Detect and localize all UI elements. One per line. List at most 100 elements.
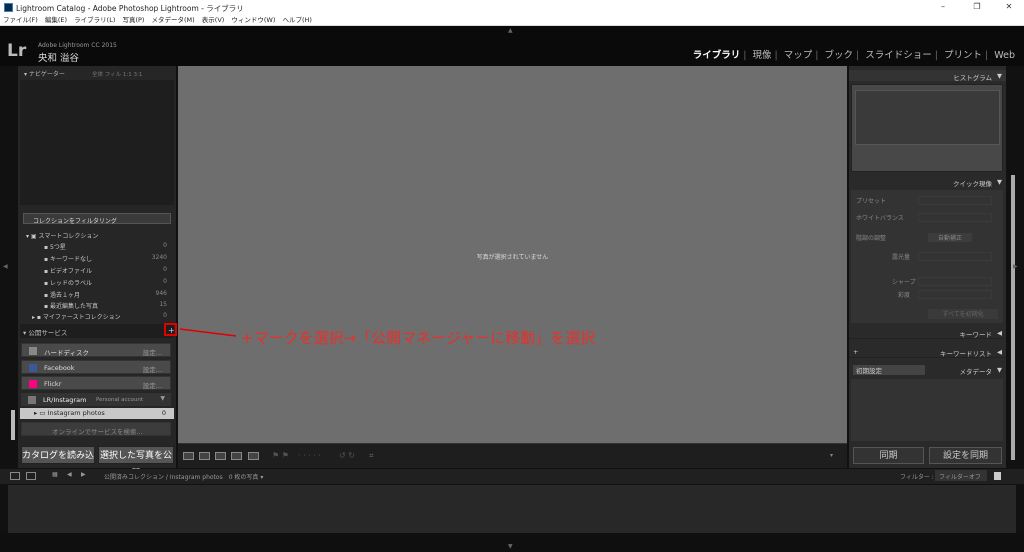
back-icon[interactable]: ◀ [67,471,72,478]
instagram-icon [28,396,36,404]
module-map[interactable]: マップ [784,50,813,61]
rotate-icon[interactable]: ↺ ↻ [339,451,355,460]
first-collection[interactable]: ▸ ▪ マイファーストコレクション 0 [32,312,171,323]
list-item[interactable]: ▪ 過去１ヶ月 946 [44,290,171,301]
histogram-area [851,84,1003,172]
compare-view-icon[interactable] [215,452,226,460]
module-web[interactable]: Web [994,50,1015,61]
reset-all-button[interactable]: すべてを初期化 [928,309,998,319]
module-picker: ライブラリ | 現像 | マップ | ブック | スライドショー | プリント | Web [692,50,1015,61]
service-facebook[interactable]: Facebook 設定... [21,360,171,374]
smart-collection-folder[interactable]: ▾ ▣ スマートコレクション [26,231,171,242]
find-online-services-button[interactable]: オンラインでサービスを検索... [21,422,171,436]
list-item[interactable]: ▪ 最近編集した写真 15 [44,301,171,312]
metadata-panel [851,379,1003,441]
vibrance-row[interactable]: 彩度 [852,289,1002,300]
bottom-panel-toggle-icon[interactable]: ▼ [508,543,513,550]
menu-view[interactable]: 表示(V) [202,15,225,26]
window-title: Lightroom Catalog - Adobe Photoshop Ligh… [16,4,244,13]
close-button[interactable]: ✕ [994,2,1024,13]
menu-edit[interactable]: 編集(E) [45,15,67,26]
grid-icon[interactable]: ▦ [52,471,58,478]
list-item[interactable]: ▪ キーワードなし 3240 [44,254,171,265]
publish-selected-button[interactable]: 選択した写真を公開 [98,446,174,479]
filter-label: フィルター : [900,474,934,481]
sharpen-row[interactable]: シャープ [852,276,1002,287]
metadata-header[interactable]: 初期設定 メタデータ ▼ [849,364,1006,376]
hard-disk-icon [29,347,37,355]
menu-window[interactable]: ウィンドウ(W) [231,15,275,26]
metadata-preset-select[interactable]: 初期設定 [853,365,925,375]
service-hard-disk[interactable]: ハードディスク 設定... [21,343,171,357]
service-instagram[interactable]: LR/Instagram Personal account ▼ [21,393,171,406]
menu-metadata[interactable]: メタデータ(M) [152,15,195,26]
list-item[interactable]: ▪ 5つ星 0 [44,242,171,253]
annotation-arrow [179,328,237,337]
crop-icon[interactable]: ⌗ [369,451,374,461]
menu-help[interactable]: ヘルプ(H) [282,15,311,26]
keyword-header[interactable]: キーワード ◀ [849,327,1006,339]
app-icon [4,3,13,12]
module-print[interactable]: プリント [944,50,982,61]
minimize-button[interactable]: – [928,2,958,13]
lock-icon[interactable] [994,472,1001,480]
lightroom-logo: Lr [7,41,27,61]
menu-library[interactable]: ライブラリ(L) [74,15,115,26]
white-balance-row[interactable]: ホワイトバランス [852,212,1002,223]
menu-file[interactable]: ファイル(F) [3,15,38,26]
module-library[interactable]: ライブラリ [693,50,741,61]
sync-button[interactable]: 同期 [853,447,924,464]
right-panel-toggle-icon[interactable]: ▶ [1013,263,1018,270]
sync-settings-button[interactable]: 設定を同期 [929,447,1002,464]
empty-message: 写真が選択されていません [476,254,549,261]
grid-view: 写真が選択されていません [178,66,847,443]
navigator-preview [20,80,174,205]
preset-row[interactable]: プリセット [852,195,1002,206]
rating-stars[interactable]: · · · · · [298,451,321,460]
flickr-icon [29,380,37,388]
module-book[interactable]: ブック [825,50,854,61]
loupe-view-icon[interactable] [199,452,210,460]
chevron-down-icon[interactable]: ▼ [160,395,165,402]
publish-services-header[interactable]: ▾ 公開サービス + [20,324,175,338]
toolbar: ⚑ ⚑ · · · · · ↺ ↻ ⌗ ▾ [178,443,847,468]
menu-photo[interactable]: 写真(P) [122,15,144,26]
menu-bar: ファイル(F) 編集(E) ライブラリ(L) 写真(P) メタデータ(M) 表示… [0,15,1024,26]
toolbar-menu-icon[interactable]: ▾ [830,452,833,459]
forward-icon[interactable]: ▶ [81,471,86,478]
right-scrollbar[interactable] [1011,175,1015,460]
exposure-row[interactable]: 露光量 [852,251,1002,262]
second-window-icon[interactable] [26,472,36,480]
maximize-button[interactable]: ❐ [962,2,992,13]
left-scrollbar[interactable] [11,410,15,440]
list-item[interactable]: ▪ ビデオファイル 0 [44,266,171,277]
zoom-options[interactable]: 全体 フィル 1:1 3:1 [92,70,142,78]
source-path[interactable]: 公開済みコレクション / Instagram photos 0 枚の写真 ▾ [104,472,263,481]
list-item[interactable]: ▪ レッドのラベル 0 [44,278,171,289]
filter-select[interactable]: フィルターオフ [935,470,987,481]
module-develop[interactable]: 現像 [753,50,772,61]
top-panel-toggle-icon[interactable]: ▲ [508,27,513,34]
module-slideshow[interactable]: スライドショー [865,50,932,61]
collection-filter-field[interactable]: コレクションをフィルタリング [23,213,171,225]
quick-develop-header[interactable]: クイック現像 ▼ [849,177,1006,188]
instagram-photos-row[interactable]: ▸ ▭ Instagram photos 0 [20,408,174,419]
settings-button[interactable]: 設定... [143,347,162,357]
tone-row[interactable]: 階調の調整 自動補正 [852,232,1002,243]
settings-button[interactable]: 設定... [143,380,162,390]
navigator-header[interactable]: ▾ ナビゲーター [24,69,65,78]
settings-button[interactable]: 設定... [143,364,162,374]
survey-view-icon[interactable] [231,452,242,460]
keyword-list-header[interactable]: + キーワードリスト ◀ [849,346,1006,358]
auto-tone-button[interactable]: 自動補正 [928,233,972,242]
flag-icon[interactable]: ⚑ ⚑ [272,451,289,460]
version-label: Adobe Lightroom CC 2015 [38,42,117,49]
left-panel-toggle-icon[interactable]: ◀ [3,263,8,270]
main-window-icon[interactable] [10,472,20,480]
import-catalog-button[interactable]: カタログを読み込み [21,446,95,479]
service-flickr[interactable]: Flickr 設定... [21,376,171,390]
filmstrip [8,485,1016,533]
grid-view-icon[interactable] [183,452,194,460]
histogram-header[interactable]: ヒストグラム ▼ [849,70,1006,82]
people-view-icon[interactable] [248,452,259,460]
